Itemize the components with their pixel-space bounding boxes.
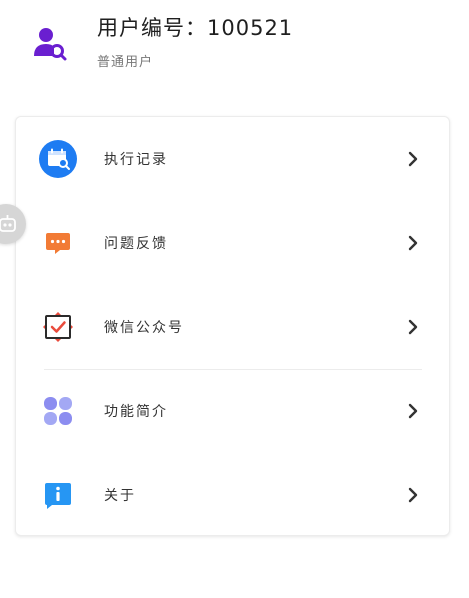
menu-item-label: 功能简介 bbox=[104, 404, 168, 420]
wechat-official-account-icon bbox=[38, 307, 78, 347]
robot-face-icon bbox=[0, 215, 16, 232]
menu-item-feedback[interactable]: 问题反馈 bbox=[16, 201, 451, 285]
menu-item-feature-intro[interactable]: 功能简介 bbox=[16, 369, 451, 453]
chevron-right-icon bbox=[408, 403, 418, 419]
menu-item-label: 执行记录 bbox=[104, 152, 168, 168]
info-icon bbox=[38, 475, 78, 515]
user-id: 用户编号：100521 bbox=[97, 16, 294, 40]
calendar-search-icon bbox=[38, 139, 78, 179]
profile-header: 用户编号：100521 普通用户 bbox=[0, 0, 469, 100]
user-type-label: 普通用户 bbox=[97, 55, 154, 70]
menu-item-label: 微信公众号 bbox=[104, 320, 184, 336]
chevron-right-icon bbox=[408, 319, 418, 335]
grid-blocks-icon bbox=[38, 391, 78, 431]
menu-item-label: 问题反馈 bbox=[104, 236, 168, 252]
chevron-right-icon bbox=[408, 487, 418, 503]
menu-item-about[interactable]: 关于 bbox=[16, 453, 451, 537]
chevron-right-icon bbox=[408, 151, 418, 167]
menu-card: 执行记录 问题反馈 微信公众号 功能简介 关于 bbox=[15, 116, 450, 536]
menu-item-label: 关于 bbox=[104, 488, 136, 504]
chat-bubble-icon bbox=[38, 223, 78, 263]
menu-item-execution-records[interactable]: 执行记录 bbox=[16, 117, 451, 201]
profile-page: 用户编号：100521 普通用户 执行记录 问题反馈 微信公众号 功能简介 关于 bbox=[0, 0, 469, 598]
chevron-right-icon bbox=[408, 235, 418, 251]
user-search-icon bbox=[34, 28, 67, 61]
menu-item-wechat-account[interactable]: 微信公众号 bbox=[16, 285, 451, 369]
